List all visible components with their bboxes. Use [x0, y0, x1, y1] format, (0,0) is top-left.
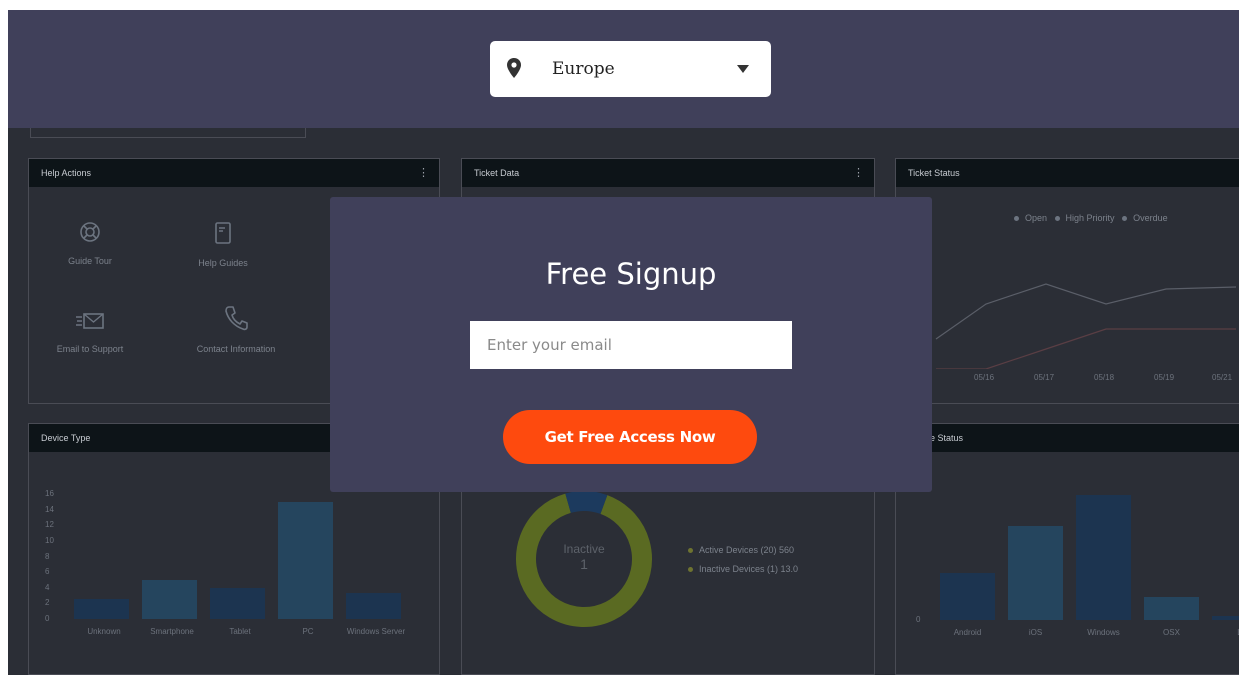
- help-item-label: Email to Support: [56, 344, 124, 354]
- donut-center-label: Inactive: [563, 542, 605, 556]
- help-item-label: Guide Tour: [68, 256, 112, 266]
- x-tick-label: 05/18: [1094, 373, 1115, 382]
- device-type-bar[interactable]: [142, 579, 197, 619]
- legend-dot: [688, 548, 693, 554]
- legend-label: High Priority: [1065, 213, 1115, 223]
- legend-dot: [1122, 216, 1128, 222]
- top-header: Europe: [8, 10, 1239, 128]
- y-tick-label: 14: [45, 504, 54, 514]
- help-item-guide-tour[interactable]: Guide Tour: [35, 221, 145, 269]
- donut-slice[interactable]: [565, 491, 608, 515]
- y-tick-label: 0: [916, 615, 921, 624]
- region-select[interactable]: Europe: [490, 41, 771, 97]
- device-type-bar[interactable]: [278, 501, 333, 619]
- mobile-status-bar[interactable]: [1212, 616, 1239, 620]
- y-tick-label: 6: [45, 567, 50, 577]
- mobile-status-bar[interactable]: [940, 573, 995, 620]
- ticket-data-header: Ticket Data ⋮: [462, 159, 874, 187]
- region-select-value: Europe: [552, 59, 615, 79]
- ticket-status-title: Ticket Status: [908, 168, 960, 178]
- ticket-status-legend: Open High Priority Overdue: [1014, 213, 1168, 223]
- x-tick-label: 05/17: [1034, 373, 1055, 382]
- legend-label: Open: [1025, 213, 1048, 223]
- legend-label: Active Devices (20) 560: [699, 545, 795, 555]
- mobile-status-title: e Status: [930, 433, 964, 443]
- x-tick-label: L: [1212, 628, 1239, 637]
- device-type-bar[interactable]: [74, 599, 129, 619]
- chevron-down-icon: [737, 65, 749, 73]
- app-frame: Help Actions ⋮ Guide Tour Help Guides Em…: [8, 10, 1239, 675]
- notebook-icon: [215, 222, 231, 244]
- screen: Help Actions ⋮ Guide Tour Help Guides Em…: [0, 0, 1239, 675]
- ticket-status-header: Ticket Status: [896, 159, 1239, 187]
- mobile-status-bar[interactable]: [1008, 526, 1063, 620]
- phone-icon: [225, 306, 248, 331]
- x-tick-label: 05/19: [1154, 373, 1175, 382]
- help-item-help-guides[interactable]: Help Guides: [168, 221, 278, 271]
- x-tick-label: PC: [302, 627, 314, 636]
- help-item-label: Contact Information: [196, 344, 276, 354]
- email-input[interactable]: [470, 321, 792, 369]
- help-actions-title: Help Actions: [41, 168, 92, 178]
- ticket-status-lines: [935, 283, 1237, 369]
- donut-center-value: 1: [580, 556, 588, 572]
- x-tick-label: Tablet: [229, 627, 251, 636]
- y-tick-label: 0: [45, 614, 50, 623]
- kebab-menu-icon[interactable]: ⋮: [418, 159, 429, 187]
- ticket-data-title: Ticket Data: [474, 168, 520, 178]
- envelope-icon: [76, 313, 104, 329]
- x-tick-label: Android: [953, 628, 982, 637]
- device-status-legend-item: Active Devices (20) 560: [688, 545, 794, 555]
- donut-center: Inactive 1: [544, 542, 624, 572]
- signup-modal: Free Signup Get Free Access Now: [330, 197, 932, 492]
- mobile-status-header: e Status: [896, 424, 1239, 452]
- device-status-legend-item: Inactive Devices (1) 13.0: [688, 564, 798, 574]
- x-tick-label: OSX: [1163, 628, 1180, 637]
- device-type-title: Device Type: [41, 433, 91, 443]
- x-tick-label: Windows: [1087, 628, 1120, 637]
- legend-dot: [688, 567, 693, 573]
- y-tick-label: 2: [45, 598, 50, 608]
- y-tick-label: 8: [45, 551, 50, 561]
- x-tick-label: 05/21: [1212, 373, 1233, 382]
- help-item-label: Help Guides: [198, 258, 248, 268]
- y-tick-label: 16: [45, 489, 54, 498]
- y-tick-label: 4: [45, 582, 50, 592]
- help-item-contact-information[interactable]: Contact Information: [181, 305, 291, 357]
- y-tick-label: 10: [45, 535, 54, 545]
- x-tick-label: 05/16: [974, 373, 995, 382]
- map-pin-icon: [507, 58, 521, 78]
- mobile-status-panel: e Status 0 Android iOS Windows OSX L: [895, 423, 1239, 675]
- device-type-bar[interactable]: [210, 587, 265, 619]
- help-item-email-support[interactable]: Email to Support: [35, 311, 145, 357]
- help-actions-header: Help Actions ⋮: [29, 159, 439, 187]
- get-free-access-button[interactable]: Get Free Access Now: [503, 410, 757, 464]
- x-tick-label: Smartphone: [150, 627, 194, 636]
- x-tick-label: Unknown: [87, 627, 121, 636]
- mobile-status-bar[interactable]: [1144, 596, 1199, 620]
- ticket-status-panel: Ticket Status Open High Priority Overdue…: [895, 158, 1239, 404]
- legend-label: Inactive Devices (1) 13.0: [699, 564, 799, 574]
- legend-dot: [1054, 216, 1060, 222]
- y-tick-label: 12: [45, 520, 54, 530]
- x-tick-label: iOS: [1028, 628, 1043, 637]
- x-tick-label: Windows Server: [346, 627, 406, 636]
- mobile-status-bar[interactable]: [1076, 495, 1131, 620]
- legend-dot: [1014, 216, 1019, 222]
- legend-label: Overdue: [1133, 213, 1168, 223]
- lifebuoy-icon: [80, 222, 100, 242]
- kebab-menu-icon[interactable]: ⋮: [853, 159, 864, 187]
- modal-title: Free Signup: [545, 257, 717, 291]
- device-type-bar[interactable]: [346, 593, 401, 619]
